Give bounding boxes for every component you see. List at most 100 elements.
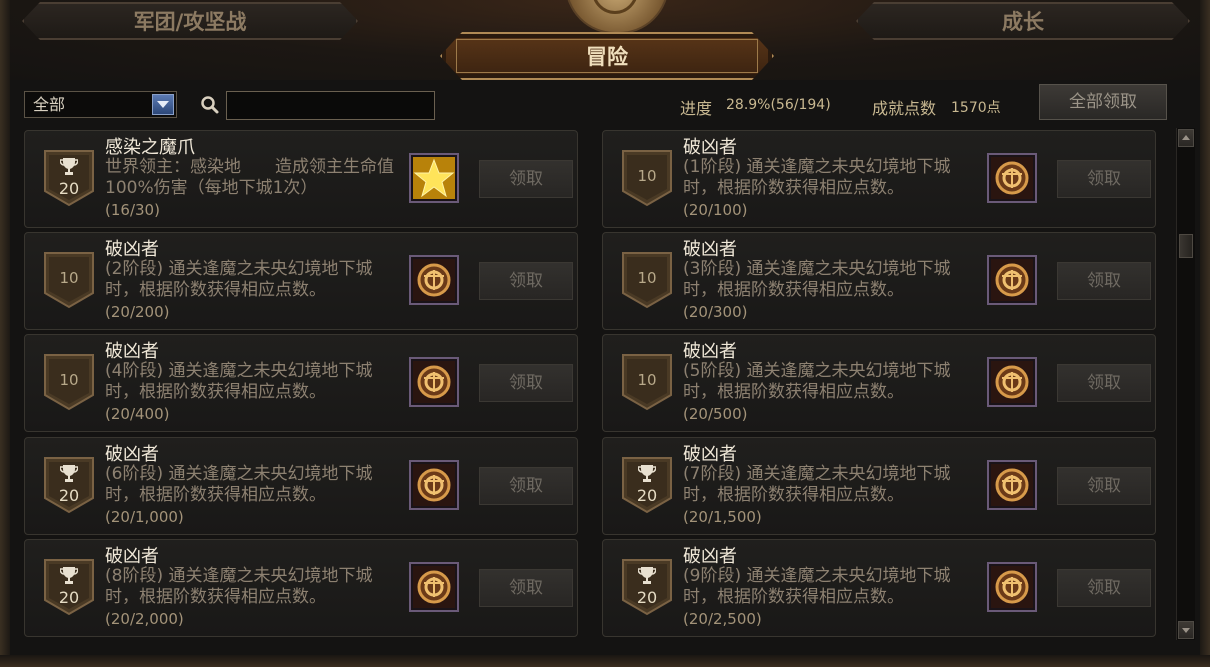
achievement-title: 感染之魔爪: [105, 137, 195, 158]
trophy-icon: [60, 464, 78, 484]
claim-button[interactable]: 领取: [1057, 364, 1151, 402]
points-badge-icon: 10: [43, 251, 95, 309]
achievement-points: 10: [637, 167, 657, 185]
achievement-card: 20 感染之魔爪 世界领主：感染地 造成领主生命值100%伤害（每地下城1次） (16…: [24, 130, 578, 228]
achievement-description: (3阶段) 通关逢魔之未央幻境地下城时，根据阶数获得相应点数。: [683, 259, 951, 300]
achievement-description: (5阶段) 通关逢魔之未央幻境地下城时，根据阶数获得相应点数。: [683, 361, 951, 402]
achievement-points: 10: [637, 269, 657, 287]
achievement-description: (1阶段) 通关逢魔之未央幻境地下城时，根据阶数获得相应点数。: [683, 157, 951, 198]
trophy-badge-icon: 20: [43, 456, 95, 514]
chevron-down-icon[interactable]: [152, 94, 174, 115]
achievement-description: (2阶段) 通关逢魔之未央幻境地下城时，根据阶数获得相应点数。: [105, 259, 373, 300]
achievement-card: 20 破凶者 (8阶段) 通关逢魔之未央幻境地下城时，根据阶数获得相应点数。 (20/…: [24, 539, 578, 637]
achievement-points: 20: [58, 179, 80, 198]
tab-legion-siege-label: 军团/攻坚战: [133, 9, 247, 34]
achievement-progress: (20/200): [105, 303, 170, 321]
progress-label: 进度: [680, 99, 713, 118]
search-input[interactable]: [226, 91, 435, 120]
achievement-title: 破凶者: [105, 546, 159, 567]
scroll-up-icon[interactable]: [1178, 129, 1194, 147]
ring-emblem-icon[interactable]: [409, 562, 459, 612]
achievement-progress: (20/400): [105, 405, 170, 423]
trophy-icon: [60, 566, 78, 586]
trophy-badge-icon: 20: [621, 558, 673, 616]
tab-growth[interactable]: 成长: [856, 2, 1190, 40]
achievement-points: 10: [59, 371, 79, 389]
achievement-progress: (20/1,000): [105, 508, 184, 526]
achievement-card: 10 破凶者 (5阶段) 通关逢魔之未央幻境地下城时，根据阶数获得相应点数。 (20/…: [602, 334, 1156, 432]
achievement-points-label: 成就点数: [872, 99, 937, 118]
claim-button[interactable]: 领取: [479, 262, 573, 300]
points-badge-icon: 10: [43, 353, 95, 411]
achievement-description: (8阶段) 通关逢魔之未央幻境地下城时，根据阶数获得相应点数。: [105, 566, 373, 607]
achievement-title: 破凶者: [683, 239, 737, 260]
ring-emblem-icon[interactable]: [987, 357, 1037, 407]
tab-adventure[interactable]: 冒险: [440, 32, 774, 80]
trophy-badge-icon: 20: [621, 456, 673, 514]
claim-all-button[interactable]: 全部领取: [1039, 84, 1167, 120]
frame-border-right: [1200, 0, 1210, 667]
achievement-description: 世界领主：感染地 造成领主生命值100%伤害（每地下城1次）: [105, 157, 394, 198]
ring-emblem-icon[interactable]: [409, 357, 459, 407]
tab-legion-siege[interactable]: 军团/攻坚战: [22, 2, 358, 40]
trophy-badge-icon: 20: [43, 149, 95, 207]
category-select[interactable]: 全部: [24, 91, 177, 118]
achievement-title: 破凶者: [683, 137, 737, 158]
ring-emblem-icon[interactable]: [987, 255, 1037, 305]
claim-button[interactable]: 领取: [479, 467, 573, 505]
achievement-progress: (20/300): [683, 303, 748, 321]
ring-emblem-icon[interactable]: [409, 460, 459, 510]
achievement-description: (4阶段) 通关逢魔之未央幻境地下城时，根据阶数获得相应点数。: [105, 361, 373, 402]
achievement-card: 20 破凶者 (6阶段) 通关逢魔之未央幻境地下城时，根据阶数获得相应点数。 (20/…: [24, 437, 578, 535]
trophy-icon: [638, 566, 656, 586]
achievement-progress: (20/500): [683, 405, 748, 423]
ring-emblem-icon[interactable]: [987, 153, 1037, 203]
trophy-icon: [60, 157, 78, 177]
progress-value: 28.9%(56/194): [726, 97, 831, 113]
scroll-down-icon[interactable]: [1178, 621, 1194, 639]
achievement-description: (7阶段) 通关逢魔之未央幻境地下城时，根据阶数获得相应点数。: [683, 464, 951, 505]
claim-button[interactable]: 领取: [1057, 160, 1151, 198]
achievement-title: 破凶者: [683, 546, 737, 567]
ring-emblem-icon[interactable]: [987, 460, 1037, 510]
frame-border-bottom: [0, 655, 1210, 667]
tab-growth-label: 成长: [1002, 9, 1044, 34]
achievement-title: 破凶者: [683, 341, 737, 362]
claim-button[interactable]: 领取: [1057, 467, 1151, 505]
scroll-thumb[interactable]: [1179, 234, 1193, 258]
frame-border-left: [0, 0, 10, 667]
ring-emblem-icon[interactable]: [409, 255, 459, 305]
achievement-description: (6阶段) 通关逢魔之未央幻境地下城时，根据阶数获得相应点数。: [105, 464, 373, 505]
achievement-title: 破凶者: [105, 239, 159, 260]
achievement-title: 破凶者: [683, 444, 737, 465]
achievement-points: 10: [637, 371, 657, 389]
claim-button[interactable]: 领取: [1057, 262, 1151, 300]
ring-emblem-icon[interactable]: [987, 562, 1037, 612]
trophy-badge-icon: 20: [43, 558, 95, 616]
achievement-card: 20 破凶者 (7阶段) 通关逢魔之未央幻境地下城时，根据阶数获得相应点数。 (20/…: [602, 437, 1156, 535]
achievement-progress: (16/30): [105, 201, 160, 219]
achievement-points-value: 1570点: [951, 100, 1001, 116]
achievement-progress: (20/100): [683, 201, 748, 219]
achievement-points: 20: [636, 588, 658, 607]
achievement-points: 20: [58, 486, 80, 505]
scrollbar[interactable]: [1176, 128, 1195, 640]
achievement-card: 10 破凶者 (2阶段) 通关逢魔之未央幻境地下城时，根据阶数获得相应点数。 (20/…: [24, 232, 578, 330]
points-badge-icon: 10: [621, 251, 673, 309]
points-badge-icon: 10: [621, 149, 673, 207]
achievement-card: 10 破凶者 (1阶段) 通关逢魔之未央幻境地下城时，根据阶数获得相应点数。 (20/…: [602, 130, 1156, 228]
claim-button[interactable]: 领取: [479, 364, 573, 402]
achievement-points: 20: [636, 486, 658, 505]
claim-button[interactable]: 领取: [479, 569, 573, 607]
crest-emblem-icon: [565, 0, 669, 34]
achievement-progress: (20/1,500): [683, 508, 762, 526]
category-select-value: 全部: [33, 95, 66, 114]
achievement-progress: (20/2,000): [105, 610, 184, 628]
achievement-card: 20 破凶者 (9阶段) 通关逢魔之未央幻境地下城时，根据阶数获得相应点数。 (20/…: [602, 539, 1156, 637]
search-icon[interactable]: [200, 95, 220, 115]
achievement-points: 10: [59, 269, 79, 287]
claim-button[interactable]: 领取: [479, 160, 573, 198]
achievement-title: 破凶者: [105, 341, 159, 362]
claim-button[interactable]: 领取: [1057, 569, 1151, 607]
gold-star-icon[interactable]: [409, 153, 459, 203]
